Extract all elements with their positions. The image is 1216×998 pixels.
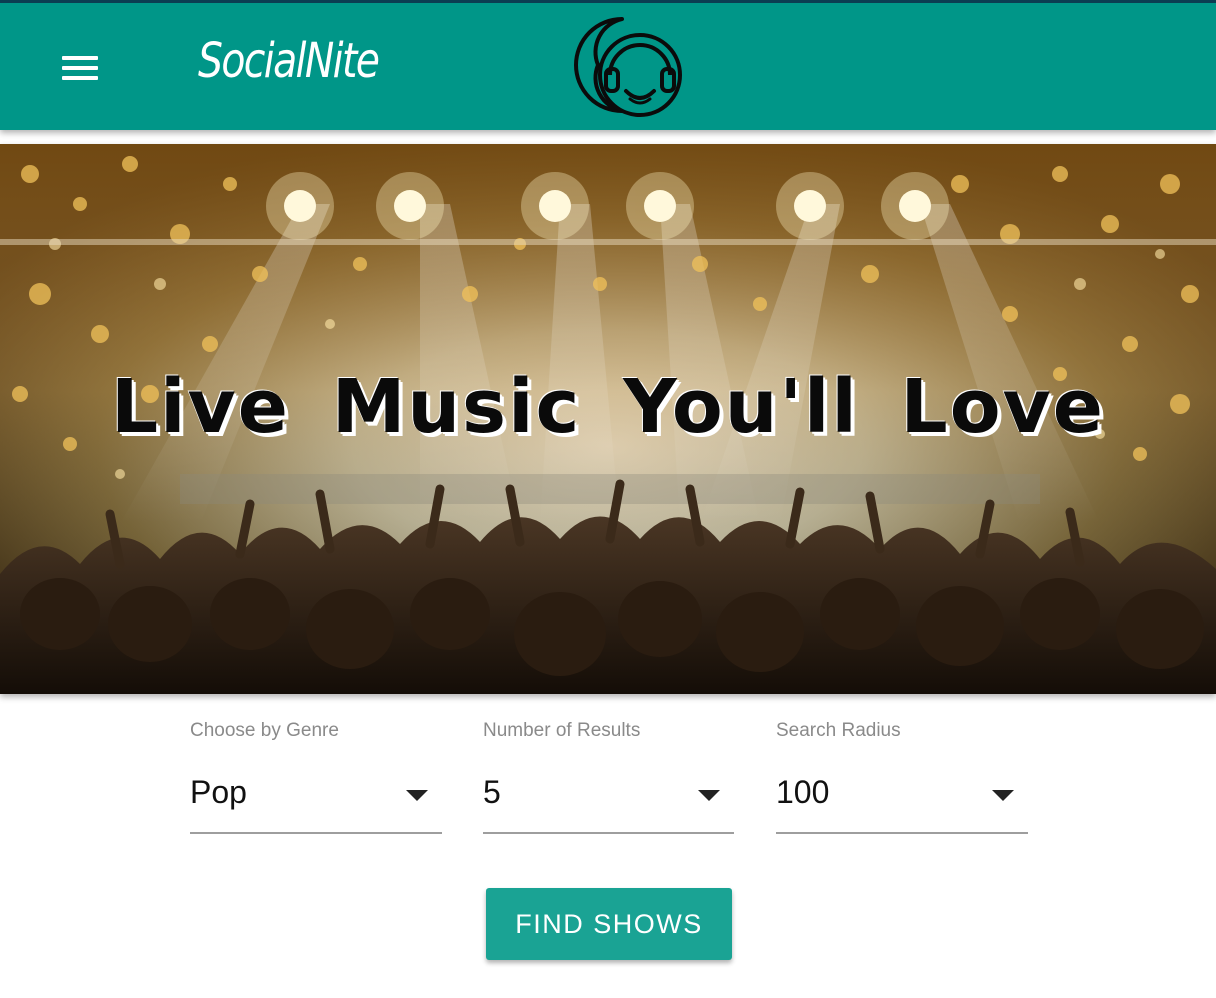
results-count-value: 5: [483, 774, 501, 810]
results-count-field: Number of Results 5: [483, 716, 734, 838]
results-count-label: Number of Results: [483, 720, 641, 741]
genre-label: Choose by Genre: [190, 720, 339, 741]
dropdown-arrow-icon: [992, 790, 1014, 801]
dropdown-arrow-icon: [406, 790, 428, 801]
hero-headline: Live Music You'll Love: [111, 364, 1105, 450]
search-radius-value: 100: [776, 774, 830, 810]
menu-line: [62, 76, 98, 80]
search-radius-select[interactable]: 100: [776, 764, 1028, 834]
hero-banner: Live Music You'll Love: [0, 144, 1216, 694]
dropdown-arrow-icon: [698, 790, 720, 801]
genre-field: Choose by Genre Pop: [190, 716, 442, 838]
moon-headphones-logo-icon: [574, 17, 682, 117]
results-count-select[interactable]: 5: [483, 764, 734, 834]
genre-select[interactable]: Pop: [190, 764, 442, 834]
menu-line: [62, 66, 98, 70]
search-radius-field: Search Radius 100: [776, 716, 1028, 838]
menu-line: [62, 56, 98, 60]
genre-value: Pop: [190, 774, 247, 810]
brand-name[interactable]: SocialNite: [198, 33, 380, 89]
search-radius-label: Search Radius: [776, 720, 901, 741]
find-shows-button[interactable]: FIND SHOWS: [486, 888, 732, 960]
top-app-bar: SocialNite: [0, 0, 1216, 130]
hamburger-menu-icon[interactable]: [52, 45, 108, 93]
